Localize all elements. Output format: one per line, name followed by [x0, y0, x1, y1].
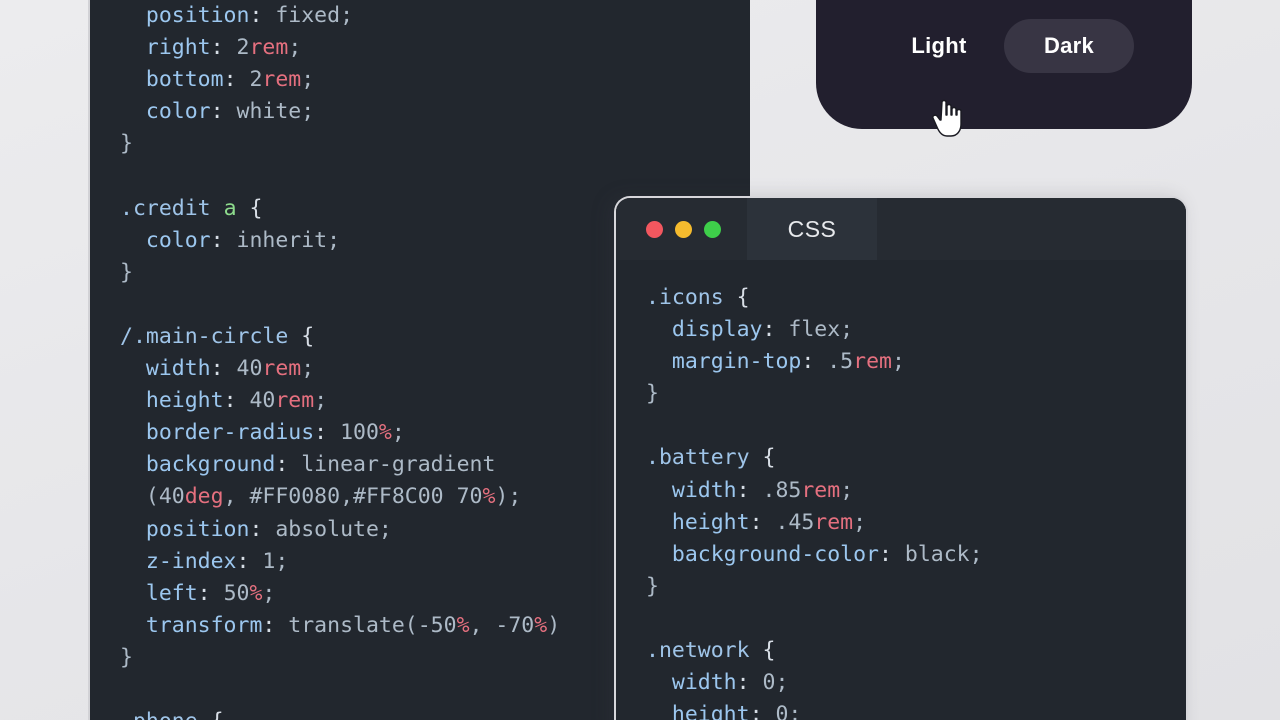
code-line: margin-top: .5rem; — [671, 349, 905, 375]
code-line: height: 0; — [671, 702, 802, 720]
theme-option-light[interactable]: Light — [874, 19, 1004, 73]
code-line: right: 2rem; — [145, 35, 302, 61]
code-line: display: flex; — [671, 317, 854, 343]
code-line: height: .45rem; — [671, 509, 867, 535]
window-titlebar[interactable]: CSS — [616, 198, 1186, 260]
code-line: bottom: 2rem; — [145, 67, 315, 93]
code-line: } — [120, 131, 133, 157]
code-line: } — [646, 381, 659, 407]
code-line: } — [646, 573, 659, 599]
code-line: .battery { — [646, 445, 776, 471]
zoom-icon[interactable] — [704, 220, 721, 238]
tab-css[interactable]: CSS — [747, 198, 877, 260]
traffic-lights[interactable] — [616, 220, 721, 238]
code-line: background-color: black; — [671, 541, 983, 567]
code-line: color: white; — [145, 99, 315, 125]
theme-option-dark[interactable]: Dark — [1004, 19, 1134, 73]
code-line: .network { — [646, 638, 776, 664]
theme-toggle[interactable]: Light Dark — [874, 19, 1134, 73]
css-code-block[interactable]: .icons { display: flex; margin-top: .5re… — [646, 282, 1166, 720]
phone-mockup: Light Dark — [816, 0, 1192, 129]
code-line: width: .85rem; — [671, 477, 854, 503]
minimize-icon[interactable] — [675, 220, 692, 238]
close-icon[interactable] — [646, 220, 663, 238]
code-line: position: fixed; — [145, 3, 354, 28]
screenshot-stage: position: fixed; right: 2rem; bottom: 2r… — [0, 0, 1280, 720]
code-line: .icons { — [646, 285, 750, 310]
css-editor-window[interactable]: CSS .icons { display: flex; margin-top: … — [614, 196, 1188, 720]
code-line: width: 0; — [671, 670, 789, 696]
